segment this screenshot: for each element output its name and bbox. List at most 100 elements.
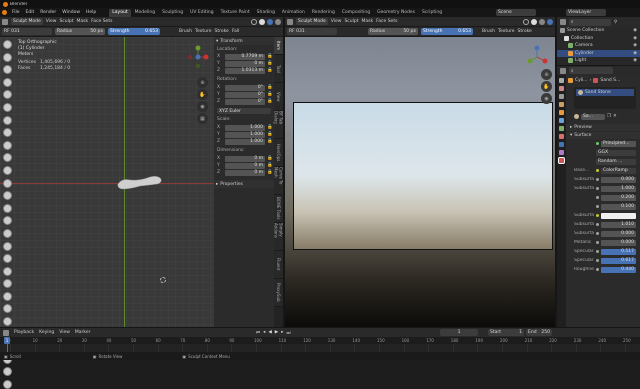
sculpt-brush-tool-icon[interactable] <box>3 178 12 188</box>
zoom-icon[interactable]: ⊕ <box>197 77 208 88</box>
location-value-field[interactable]: 0 m <box>225 60 265 67</box>
sculpt-brush-tool-icon[interactable] <box>3 140 12 150</box>
mask-menu[interactable]: Mask <box>77 19 89 24</box>
sculpt-brush-tool-icon[interactable] <box>3 266 12 276</box>
visibility-eye-icon[interactable]: ◉ <box>633 58 637 63</box>
socket-icon[interactable] <box>596 241 599 244</box>
menu-file[interactable]: File <box>12 10 20 15</box>
sidebar-tab-tool[interactable]: Tool <box>274 55 283 83</box>
solid-shading-icon[interactable] <box>531 18 537 25</box>
camera-view-icon[interactable]: ◉ <box>541 93 552 104</box>
sidebar-tab-item[interactable]: Item <box>274 37 283 55</box>
shader-input-field[interactable]: 0.000 <box>601 230 636 237</box>
sculpt-brush-tool-icon[interactable] <box>3 52 12 62</box>
pan-hand-icon[interactable]: ✋ <box>197 89 208 100</box>
socket-icon[interactable] <box>596 187 599 190</box>
radius-field-right[interactable]: Radius 50 px <box>368 28 418 35</box>
surface-panel-header[interactable]: ▾ Surface <box>566 132 640 139</box>
workspace-tab-compositing[interactable]: Compositing <box>339 9 373 17</box>
material-shading-icon[interactable] <box>539 18 545 25</box>
workspace-tab-rendering[interactable]: Rendering <box>309 9 338 17</box>
blender-menu-icon[interactable] <box>2 10 7 15</box>
menu-edit[interactable]: Edit <box>26 10 35 15</box>
sculpt-brush-tool-icon[interactable] <box>3 317 12 327</box>
rotation-mode-select[interactable]: XYZ Euler <box>217 108 271 114</box>
lock-icon[interactable]: 🔒 <box>267 54 273 59</box>
jump-end-icon[interactable]: ⏭ <box>287 330 291 336</box>
properties-tab-icon[interactable] <box>559 142 564 147</box>
socket-icon[interactable] <box>596 232 599 235</box>
dimensions-value-field[interactable]: 0 m <box>225 169 265 176</box>
mask-menu-right[interactable]: Mask <box>362 19 374 24</box>
rotation-value-field[interactable]: 0° <box>225 91 265 98</box>
lock-icon[interactable]: 🔒 <box>267 170 273 175</box>
lock-icon[interactable]: 🔒 <box>267 61 273 66</box>
workspace-tab-uv-editing[interactable]: UV Editing <box>187 9 216 17</box>
scale-value-field[interactable]: 1.000 <box>225 124 265 131</box>
preview-panel-header[interactable]: ▸ Preview <box>566 124 640 131</box>
camera-view-icon[interactable]: ◉ <box>197 101 208 112</box>
texture-menu[interactable]: Texture <box>195 29 211 34</box>
sculpt-brush-tool-icon[interactable] <box>3 203 12 213</box>
keying-menu[interactable]: Keying <box>39 330 54 335</box>
sculpt-brush-tool-icon[interactable] <box>3 367 12 377</box>
brush-menu-right[interactable]: Brush <box>482 29 495 34</box>
sculpt-brush-tool-icon[interactable] <box>3 65 12 75</box>
texture-menu-right[interactable]: Texture <box>498 29 514 34</box>
end-frame-field[interactable]: End 250 <box>526 329 552 336</box>
navigation-gizmo-right[interactable] <box>525 43 549 71</box>
sculpt-brush-tool-icon[interactable] <box>3 77 12 87</box>
jump-start-icon[interactable]: ⏮ <box>256 330 260 336</box>
properties-tab-icon[interactable] <box>559 102 564 107</box>
properties-tab-icon[interactable] <box>559 126 564 131</box>
brush-selector[interactable]: RF 031 <box>2 28 52 35</box>
pan-hand-icon[interactable]: ✋ <box>541 81 552 92</box>
workspace-tab-layout[interactable]: Layout <box>109 8 131 17</box>
workspace-tab-shading[interactable]: Shading <box>254 9 278 17</box>
socket-icon[interactable] <box>596 268 599 271</box>
surface-shader-field[interactable]: Principled... <box>601 140 636 147</box>
editor-type-icon-right[interactable] <box>287 18 293 25</box>
sculpt-mesh[interactable] <box>116 173 162 191</box>
menu-render[interactable]: Render <box>40 10 56 15</box>
play-icon[interactable]: ▶ <box>275 330 278 336</box>
sculpt-brush-tool-icon[interactable] <box>3 279 12 289</box>
navigation-gizmo[interactable] <box>186 45 210 73</box>
current-frame-field[interactable]: 1 <box>440 329 478 336</box>
sculpt-brush-tool-icon[interactable] <box>3 216 12 226</box>
menu-window[interactable]: Window <box>62 10 80 15</box>
workspace-tab-modeling[interactable]: Modeling <box>132 9 158 17</box>
socket-icon[interactable] <box>596 178 599 181</box>
lock-icon[interactable]: 🔒 <box>267 99 273 104</box>
workspace-tab-scripting[interactable]: Scripting <box>419 9 445 17</box>
ortho-toggle-icon[interactable]: ▦ <box>197 113 208 124</box>
socket-icon[interactable] <box>596 223 599 226</box>
mode-selector-right[interactable]: Sculpt Mode <box>296 18 328 25</box>
sculpt-brush-tool-icon[interactable] <box>3 128 12 138</box>
brush-menu[interactable]: Brush <box>179 29 192 34</box>
workspace-tab-sculpting[interactable]: Sculpting <box>159 9 186 17</box>
radius-field[interactable]: Radius 50 px <box>55 28 105 35</box>
properties-tab-icon[interactable] <box>559 110 564 115</box>
properties-tab-icon[interactable] <box>559 150 564 155</box>
sculpt-brush-tool-icon[interactable] <box>3 165 12 175</box>
outliner-item[interactable]: Collection ◉ <box>557 35 640 43</box>
sidebar-tab-simply-addons[interactable]: Simply Addons <box>274 223 284 251</box>
sculpt-brush-tool-icon[interactable] <box>3 191 12 201</box>
shader-input-field[interactable]: ColorRamp <box>601 167 636 174</box>
editor-type-icon-outliner[interactable] <box>560 19 566 25</box>
shader-input-field[interactable] <box>601 212 636 219</box>
rendered-shading-icon[interactable] <box>547 18 553 25</box>
sculpt-brush-tool-icon[interactable] <box>3 241 12 251</box>
shader-input-field[interactable]: 0.000 <box>601 239 636 246</box>
left-viewport[interactable]: Top Orthographic (1) Cylinder Meters Ver… <box>0 37 214 389</box>
stroke-menu[interactable]: Stroke <box>214 29 228 34</box>
close-icon[interactable]: ✕ <box>613 114 617 119</box>
lock-icon[interactable]: 🔒 <box>267 156 273 161</box>
properties-tab-icon[interactable] <box>559 134 564 139</box>
sidebar-tab-fluent[interactable]: Fluent <box>274 251 283 279</box>
shader-input-field[interactable]: 1.000 <box>601 185 636 192</box>
outliner-item[interactable]: Light ◉ <box>557 57 640 65</box>
material-slot-list[interactable]: Sand Stone <box>574 87 636 109</box>
sculpt-brush-tool-icon[interactable] <box>3 228 12 238</box>
